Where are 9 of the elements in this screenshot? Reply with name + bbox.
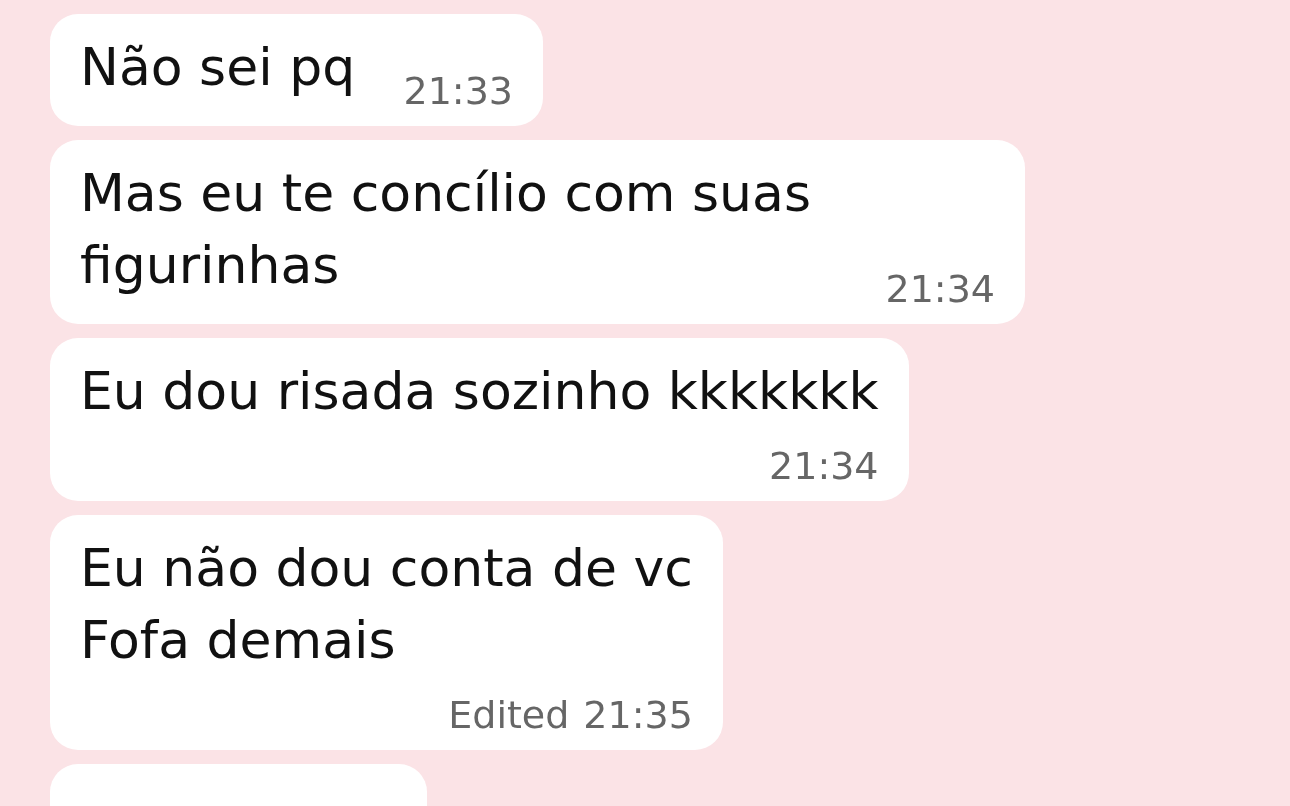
message-text: Eu dou risada sozinho kkkkkkk xyxy=(80,361,879,421)
message-text: Eu não dou conta de vc Fofa demais xyxy=(80,538,693,670)
message-text: Não sei pq xyxy=(80,37,356,97)
message-time: 21:34 xyxy=(769,443,879,489)
edited-label: Edited xyxy=(448,692,570,738)
message-time: 21:34 xyxy=(885,266,995,312)
message-time: 21:35 xyxy=(583,692,693,738)
message-text: Mas eu te concílio com suas figurinhas xyxy=(80,163,811,295)
message-time: 21:33 xyxy=(403,68,513,114)
